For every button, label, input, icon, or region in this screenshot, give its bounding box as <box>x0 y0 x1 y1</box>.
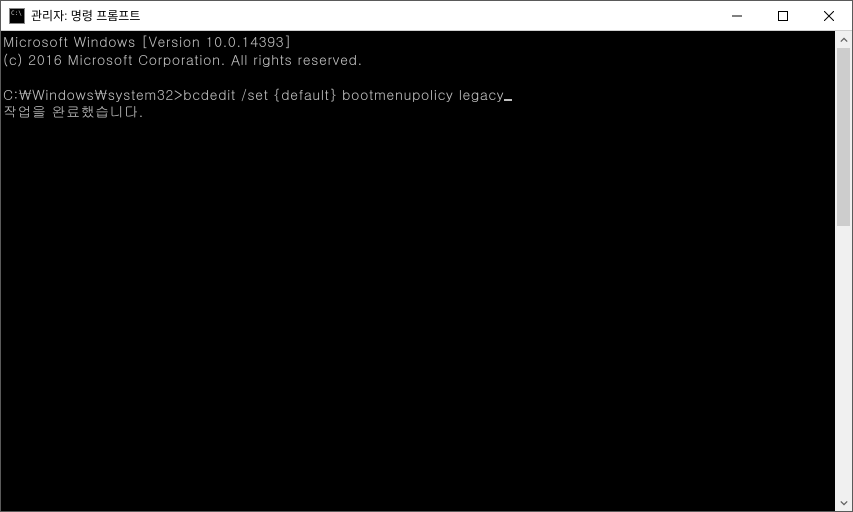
chevron-down-icon <box>840 499 848 507</box>
maximize-icon <box>778 11 788 21</box>
command-prompt-window: 관리자: 명령 프롬프트 Microsoft Windows [Version … <box>0 0 853 512</box>
console-output[interactable]: Microsoft Windows [Version 10.0.14393] (… <box>1 31 835 511</box>
scroll-thumb[interactable] <box>837 48 850 226</box>
scroll-track[interactable] <box>835 48 852 494</box>
chevron-up-icon <box>840 36 848 44</box>
console-result: 작업을 완료했습니다. <box>3 101 144 121</box>
cmd-icon <box>9 8 25 24</box>
scroll-down-button[interactable] <box>835 494 852 511</box>
console-line: (c) 2016 Microsoft Corporation. All righ… <box>3 49 363 69</box>
close-button[interactable] <box>806 1 852 30</box>
maximize-button[interactable] <box>760 1 806 30</box>
close-icon <box>824 11 834 21</box>
minimize-button[interactable] <box>714 1 760 30</box>
console-area: Microsoft Windows [Version 10.0.14393] (… <box>1 31 852 511</box>
window-controls <box>714 1 852 30</box>
window-title: 관리자: 명령 프롬프트 <box>31 7 714 24</box>
text-cursor <box>504 99 512 101</box>
scroll-up-button[interactable] <box>835 31 852 48</box>
console-command: bcdedit /set {default} bootmenupolicy le… <box>183 84 504 104</box>
minimize-icon <box>732 11 742 21</box>
vertical-scrollbar[interactable] <box>835 31 852 511</box>
titlebar[interactable]: 관리자: 명령 프롬프트 <box>1 1 852 31</box>
